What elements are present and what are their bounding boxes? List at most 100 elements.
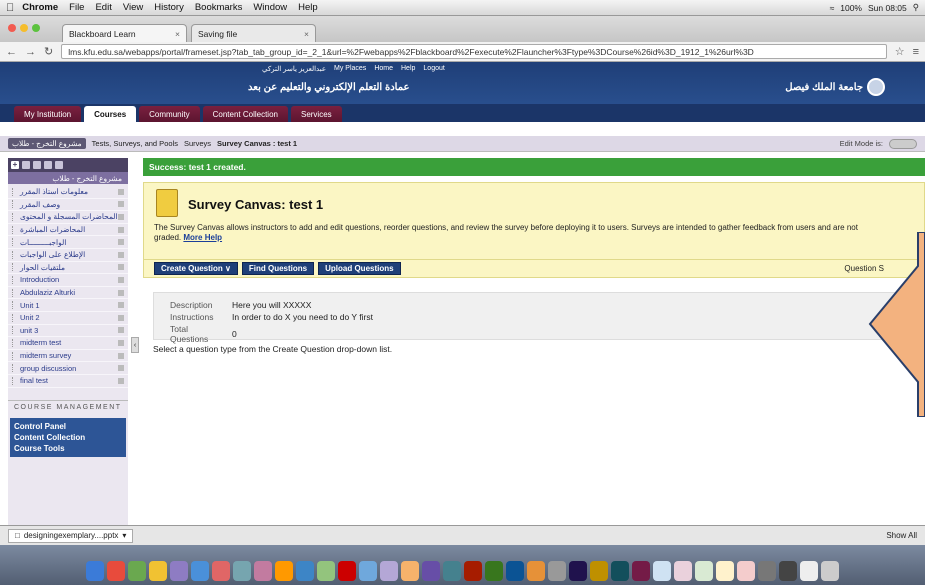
close-tab-icon[interactable]: × [304, 29, 309, 39]
tab-blackboard[interactable]: Blackboard Learn × [62, 24, 187, 42]
sidebar-item[interactable]: معلومات استاذ المقرر [8, 186, 128, 199]
dock-app-icon[interactable] [674, 561, 692, 581]
course-chip[interactable]: مشروع التخرج - طلاب [8, 138, 86, 149]
tab-courses[interactable]: Courses [84, 106, 137, 122]
url-input[interactable]: lms.kfu.edu.sa/webapps/portal/frameset.j… [61, 44, 887, 59]
item-options-icon[interactable] [118, 213, 124, 220]
dock-app-icon[interactable] [359, 561, 377, 581]
item-options-icon[interactable] [118, 302, 124, 309]
dock-app-icon[interactable] [485, 561, 503, 581]
tab-my-institution[interactable]: My Institution [14, 106, 82, 122]
download-item[interactable]: □ designingexemplary....pptx ▾ [8, 528, 134, 543]
drag-handle-icon[interactable] [12, 338, 16, 347]
drag-handle-icon[interactable] [12, 351, 16, 360]
menu-history[interactable]: History [154, 2, 184, 13]
close-window-icon[interactable] [8, 24, 16, 32]
drag-handle-icon[interactable] [12, 263, 16, 272]
minimize-window-icon[interactable] [20, 24, 28, 32]
menu-edit[interactable]: Edit [95, 2, 111, 13]
dock-app-icon[interactable] [233, 561, 251, 581]
folder-view-icon[interactable] [22, 161, 30, 169]
dock-app-icon[interactable] [212, 561, 230, 581]
item-options-icon[interactable] [118, 201, 124, 208]
course-title[interactable]: مشروع التخرج - طلاب [8, 172, 128, 184]
dock-app-icon[interactable] [800, 561, 818, 581]
upload-questions-button[interactable]: Upload Questions [318, 262, 401, 275]
breadcrumb-item[interactable]: Tests, Surveys, and Pools [92, 139, 178, 148]
dock-app-icon[interactable] [380, 561, 398, 581]
dock-app-icon[interactable] [653, 561, 671, 581]
find-questions-button[interactable]: Find Questions [241, 262, 315, 275]
item-options-icon[interactable] [118, 188, 124, 195]
battery-label[interactable]: 100% [840, 3, 862, 13]
dock-app-icon[interactable] [695, 561, 713, 581]
dock-app-icon[interactable] [569, 561, 587, 581]
close-tab-icon[interactable]: × [175, 29, 180, 39]
show-all-downloads-link[interactable]: Show All [886, 531, 917, 540]
dock-app-icon[interactable] [317, 561, 335, 581]
back-icon[interactable]: ← [6, 46, 17, 58]
breadcrumb-item[interactable]: Surveys [184, 139, 211, 148]
item-options-icon[interactable] [118, 289, 124, 296]
dock-app-icon[interactable] [149, 561, 167, 581]
menu-bookmarks[interactable]: Bookmarks [195, 2, 243, 13]
sidebar-item[interactable]: final test [8, 375, 128, 388]
item-options-icon[interactable] [118, 352, 124, 359]
wifi-icon[interactable]: ≈ [830, 3, 835, 13]
drag-handle-icon[interactable] [12, 313, 16, 322]
dock-app-icon[interactable] [779, 561, 797, 581]
item-options-icon[interactable] [118, 251, 124, 258]
item-options-icon[interactable] [118, 276, 124, 283]
item-options-icon[interactable] [118, 339, 124, 346]
item-options-icon[interactable] [118, 314, 124, 321]
menu-view[interactable]: View [123, 2, 143, 13]
logout-link[interactable]: Logout [423, 65, 444, 73]
collapse-menu-icon[interactable]: ‹ [131, 337, 139, 353]
menu-window[interactable]: Window [253, 2, 287, 13]
dock-app-icon[interactable] [737, 561, 755, 581]
sidebar-item[interactable]: المحاضرات المباشرة [8, 224, 128, 237]
home-link[interactable]: Home [374, 65, 393, 73]
drag-handle-icon[interactable] [12, 364, 16, 373]
clock[interactable]: Sun 08:05 [868, 3, 907, 13]
dock-app-icon[interactable] [611, 561, 629, 581]
dock-app-icon[interactable] [464, 561, 482, 581]
menu-help[interactable]: Help [298, 2, 318, 13]
dock-app-icon[interactable] [632, 561, 650, 581]
drag-handle-icon[interactable] [12, 275, 16, 284]
menu-app[interactable]: Chrome [22, 2, 58, 13]
control-panel-toggle[interactable]: Control Panel [14, 421, 122, 432]
more-help-link[interactable]: More Help [183, 233, 222, 242]
sidebar-item[interactable]: ملتقيات الحوار [8, 262, 128, 275]
dock-app-icon[interactable] [107, 561, 125, 581]
tab-services[interactable]: Services [290, 106, 342, 122]
tab-saving-file[interactable]: Saving file × [191, 24, 316, 42]
sidebar-item[interactable]: Unit 2 [8, 312, 128, 325]
spotlight-icon[interactable]: ⚲ [913, 2, 919, 13]
menu-file[interactable]: File [69, 2, 84, 13]
user-name-link[interactable]: عبدالعزيز ياسر التركي [262, 65, 326, 73]
window-icon[interactable] [44, 161, 52, 169]
dock-app-icon[interactable] [128, 561, 146, 581]
drag-handle-icon[interactable] [12, 326, 16, 335]
drag-handle-icon[interactable] [12, 200, 16, 209]
forward-icon[interactable]: → [25, 46, 36, 58]
star-icon[interactable]: ☆ [895, 45, 905, 58]
item-options-icon[interactable] [118, 365, 124, 372]
dock-app-icon[interactable] [422, 561, 440, 581]
sidebar-item[interactable]: الإطلاع على الواجبات [8, 249, 128, 262]
dock-app-icon[interactable] [401, 561, 419, 581]
drag-handle-icon[interactable] [12, 212, 16, 221]
dock-app-icon[interactable] [443, 561, 461, 581]
my-places-link[interactable]: My Places [334, 65, 366, 73]
drag-handle-icon[interactable] [12, 225, 16, 234]
cp-course-tools[interactable]: Course Tools [14, 443, 122, 454]
dock-app-icon[interactable] [590, 561, 608, 581]
chevron-down-icon[interactable]: ▾ [122, 531, 126, 540]
sidebar-item[interactable]: group discussion [8, 362, 128, 375]
dock-app-icon[interactable] [191, 561, 209, 581]
refresh-icon[interactable] [55, 161, 63, 169]
add-menu-item-icon[interactable]: + [11, 161, 19, 169]
drag-handle-icon[interactable] [12, 250, 16, 259]
drag-handle-icon[interactable] [12, 301, 16, 310]
